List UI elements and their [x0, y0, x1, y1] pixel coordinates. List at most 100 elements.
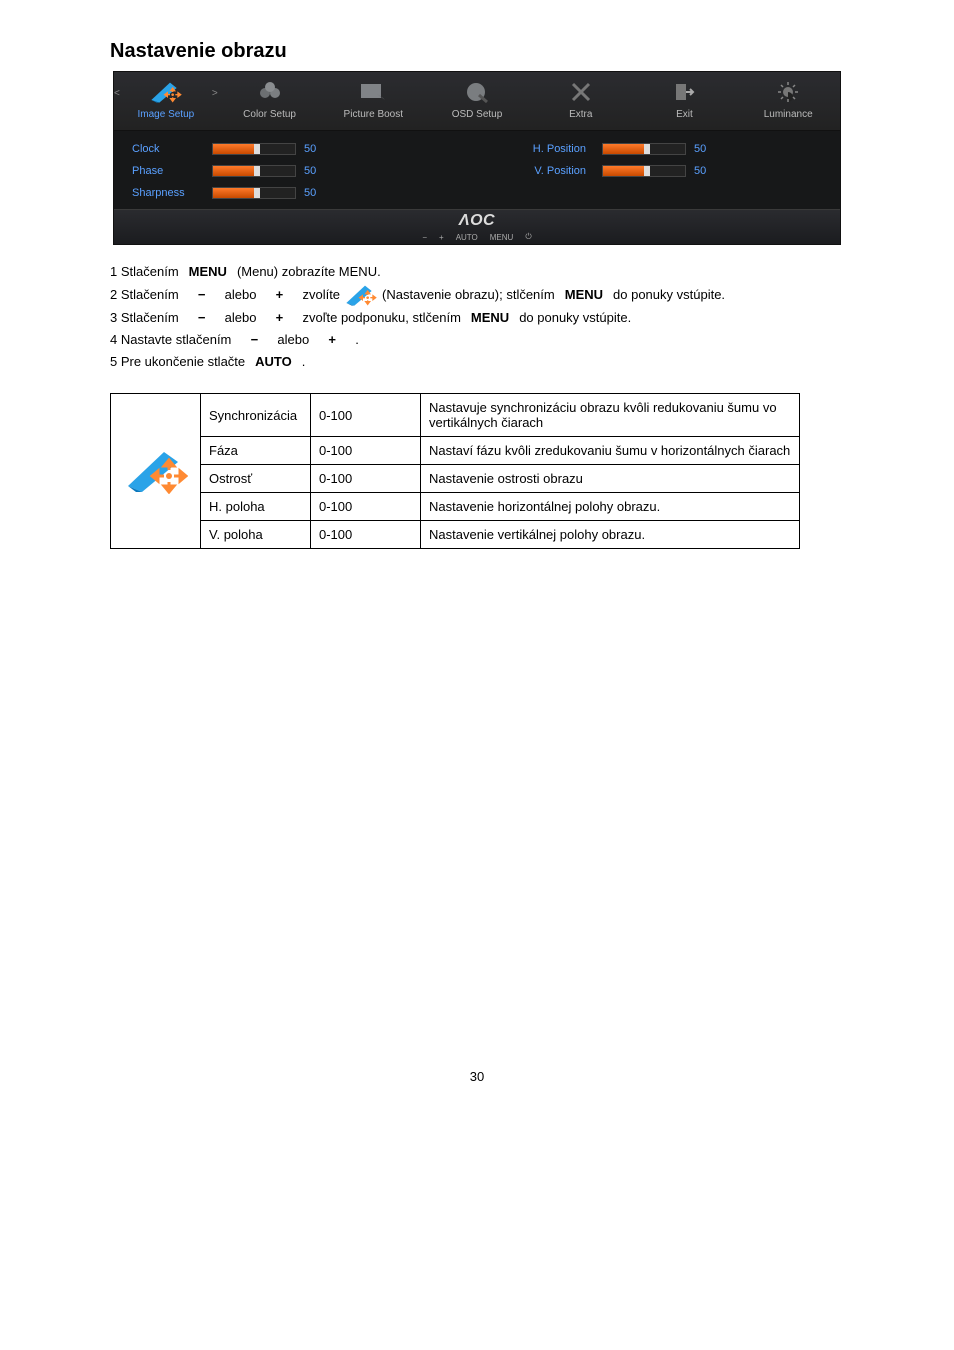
power-icon[interactable]: ⏻: [525, 232, 531, 242]
osd-panel: <: [113, 71, 841, 245]
slider[interactable]: [212, 165, 296, 177]
text: 5 Pre ukončenie stlačte: [110, 351, 245, 373]
instruction-step-5: 5 Pre ukončenie stlačte AUTO .: [110, 351, 844, 373]
tab-image-setup[interactable]: <: [114, 72, 218, 130]
brand-logo: ΛOC: [459, 212, 495, 230]
auto-key: AUTO: [249, 354, 298, 370]
text: (Nastavenie obrazu); stlčením: [382, 284, 555, 306]
tab-label: OSD Setup: [452, 109, 503, 120]
slider[interactable]: [212, 143, 296, 155]
slider[interactable]: [602, 143, 686, 155]
table-cell-range: 0-100: [311, 493, 421, 521]
instructions: 1 Stlačením MENU (Menu) zobrazíte MENU. …: [110, 261, 844, 373]
osd-body: Clock 50 Phase 50 Sharpness 50 H. Posit: [114, 131, 840, 209]
osd-row-sharpness[interactable]: Sharpness 50: [132, 187, 476, 199]
tab-label: Luminance: [764, 109, 813, 120]
table-cell-range: 0-100: [311, 394, 421, 437]
instruction-step-1: 1 Stlačením MENU (Menu) zobrazíte MENU.: [110, 261, 844, 283]
osd-button-bar: − + AUTO MENU ⏻: [422, 232, 531, 242]
minus-icon[interactable]: −: [422, 233, 427, 242]
tab-label: Exit: [676, 109, 693, 120]
osd-row-h-position[interactable]: H. Position 50: [476, 143, 820, 155]
osd-item-label: H. Position: [476, 143, 594, 155]
table-cell-name: Ostrosť: [201, 465, 311, 493]
auto-button-label[interactable]: AUTO: [456, 233, 478, 242]
text: alebo: [225, 284, 257, 306]
table-icon-cell: [111, 394, 201, 549]
text: alebo: [225, 307, 257, 329]
plus-key: +: [313, 332, 351, 348]
text: .: [355, 329, 359, 351]
table-cell-desc: Nastavenie horizontálnej polohy obrazu.: [421, 493, 800, 521]
table-row: H. poloha 0-100 Nastavenie horizontálnej…: [111, 493, 800, 521]
text: do ponuky vstúpite.: [613, 284, 725, 306]
osd-item-value: 50: [694, 165, 724, 177]
osd-item-label: Phase: [132, 165, 204, 177]
menu-key: MENU: [183, 264, 233, 280]
osd-item-label: Clock: [132, 143, 204, 155]
text: do ponuky vstúpite.: [519, 307, 631, 329]
osd-item-value: 50: [304, 165, 334, 177]
minus-key: −: [235, 332, 273, 348]
osd-item-value: 50: [694, 143, 724, 155]
image-setup-icon: [148, 80, 184, 104]
osd-item-value: 50: [304, 143, 334, 155]
extra-icon: [570, 81, 592, 103]
settings-table: Synchronizácia 0-100 Nastavuje synchroni…: [110, 393, 800, 549]
osd-item-label: Sharpness: [132, 187, 204, 199]
osd-row-clock[interactable]: Clock 50: [132, 143, 476, 155]
table-cell-name: Fáza: [201, 437, 311, 465]
luminance-icon: [775, 81, 801, 103]
table-row: Fáza 0-100 Nastaví fázu kvôli zredukovan…: [111, 437, 800, 465]
text: alebo: [277, 329, 309, 351]
osd-setup-icon: [465, 81, 489, 103]
tab-color-setup[interactable]: Color Setup: [218, 72, 322, 130]
table-cell-desc: Nastavenie vertikálnej polohy obrazu.: [421, 521, 800, 549]
table-cell-range: 0-100: [311, 465, 421, 493]
plus-icon[interactable]: +: [439, 233, 444, 242]
section-heading: Nastavenie obrazu: [110, 40, 954, 63]
text: .: [302, 351, 306, 373]
text: 4 Nastavte stlačením: [110, 329, 231, 351]
instruction-step-4: 4 Nastavte stlačením − alebo + .: [110, 329, 844, 351]
tab-osd-setup[interactable]: OSD Setup: [425, 72, 529, 130]
osd-item-value: 50: [304, 187, 334, 199]
table-cell-desc: Nastavuje synchronizáciu obrazu kvôli re…: [421, 394, 800, 437]
color-setup-icon: [257, 81, 283, 103]
tab-exit[interactable]: Exit: [633, 72, 737, 130]
tab-extra[interactable]: Extra: [529, 72, 633, 130]
instruction-step-3: 3 Stlačením − alebo + zvoľte podponuku, …: [110, 307, 844, 329]
plus-key: +: [260, 287, 298, 303]
image-setup-icon: [124, 446, 188, 494]
text: 3 Stlačením: [110, 307, 179, 329]
table-cell-desc: Nastaví fázu kvôli zredukovaniu šumu v h…: [421, 437, 800, 465]
tab-label: Image Setup: [138, 109, 195, 120]
tab-label: Color Setup: [243, 109, 296, 120]
chevron-left-icon: <: [114, 88, 120, 99]
image-setup-icon: [344, 283, 378, 307]
text: (Menu) zobrazíte MENU.: [237, 261, 381, 283]
tab-picture-boost[interactable]: Picture Boost: [321, 72, 425, 130]
table-cell-name: Synchronizácia: [201, 394, 311, 437]
table-cell-name: V. poloha: [201, 521, 311, 549]
page-number: 30: [0, 1069, 954, 1104]
table-cell-range: 0-100: [311, 521, 421, 549]
menu-button-label[interactable]: MENU: [490, 233, 514, 242]
osd-row-phase[interactable]: Phase 50: [132, 165, 476, 177]
table-cell-desc: Nastavenie ostrosti obrazu: [421, 465, 800, 493]
table-cell-name: H. poloha: [201, 493, 311, 521]
plus-key: +: [260, 310, 298, 326]
slider[interactable]: [602, 165, 686, 177]
exit-icon: [673, 81, 695, 103]
table-row: Ostrosť 0-100 Nastavenie ostrosti obrazu: [111, 465, 800, 493]
text: 2 Stlačením: [110, 284, 179, 306]
tab-label: Picture Boost: [344, 109, 403, 120]
osd-row-v-position[interactable]: V. Position 50: [476, 165, 820, 177]
tab-luminance[interactable]: Luminance: [736, 72, 840, 130]
minus-key: −: [183, 287, 221, 303]
text: zvolíte: [302, 284, 340, 306]
slider[interactable]: [212, 187, 296, 199]
osd-tabs: <: [114, 72, 840, 131]
osd-item-label: V. Position: [476, 165, 594, 177]
osd-footer: ΛOC − + AUTO MENU ⏻: [114, 209, 840, 244]
